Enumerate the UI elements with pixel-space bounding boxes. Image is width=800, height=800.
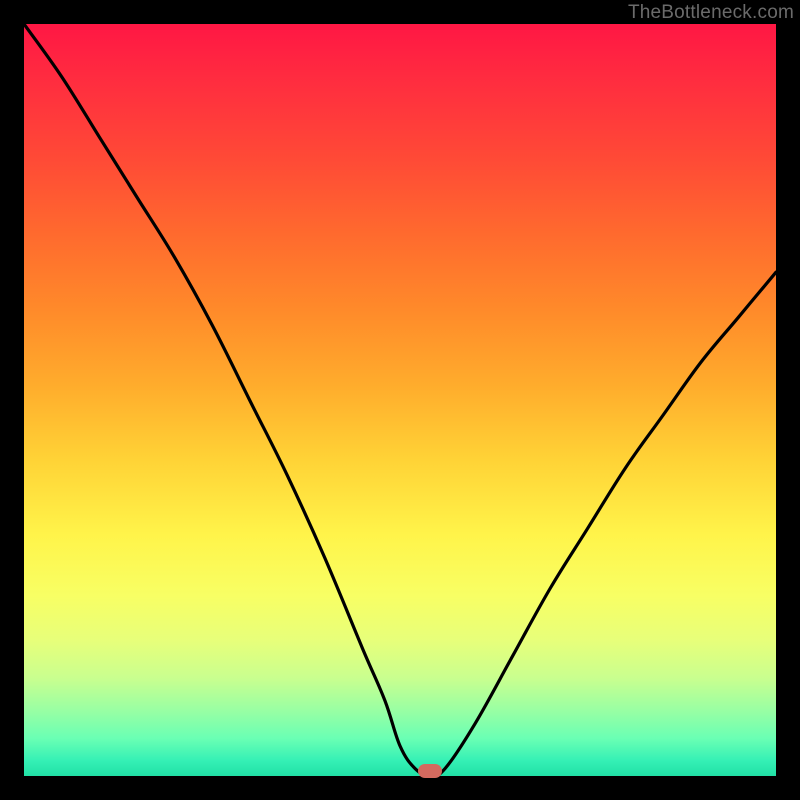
- plot-area: [24, 24, 776, 776]
- watermark-text: TheBottleneck.com: [628, 2, 794, 24]
- curve-path: [24, 24, 776, 776]
- bottleneck-curve: [24, 24, 776, 776]
- current-config-marker: [418, 764, 442, 778]
- chart-frame: TheBottleneck.com: [0, 0, 800, 800]
